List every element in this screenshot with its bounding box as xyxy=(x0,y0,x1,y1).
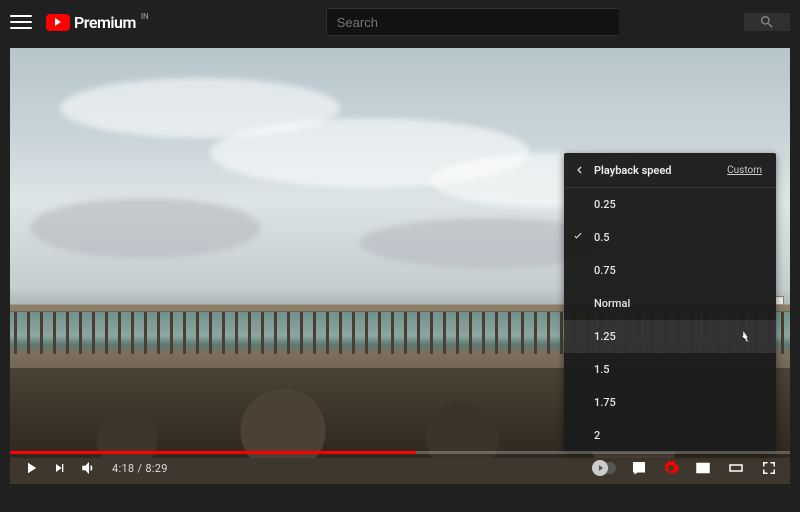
next-button[interactable] xyxy=(52,460,68,476)
country-code: IN xyxy=(141,12,149,21)
player-controls: 4:18 / 8:29 xyxy=(10,452,790,484)
subtitles-button[interactable] xyxy=(630,459,648,477)
autoplay-toggle[interactable] xyxy=(592,462,616,474)
volume-button[interactable] xyxy=(80,459,98,477)
miniplayer-icon xyxy=(694,459,712,477)
gear-icon xyxy=(662,459,680,477)
play-button[interactable] xyxy=(22,459,40,477)
search-icon xyxy=(759,14,775,30)
video-player[interactable]: Playback speed Custom 0.25 0.5 0.75 Normal 1… xyxy=(10,48,790,484)
time-display: 4:18 / 8:29 xyxy=(112,462,168,475)
brand-label: Premium xyxy=(74,13,136,32)
speed-option-label: 0.25 xyxy=(594,198,616,211)
search-box xyxy=(326,8,620,36)
speed-option[interactable]: 2 xyxy=(564,419,776,452)
search-input[interactable] xyxy=(326,8,620,36)
volume-icon xyxy=(80,459,98,477)
play-icon xyxy=(22,459,40,477)
speed-option[interactable]: 0.25 xyxy=(564,188,776,221)
youtube-logo[interactable]: Premium IN xyxy=(46,13,148,32)
playback-speed-header: Playback speed Custom xyxy=(564,153,776,188)
speed-option-label: Normal xyxy=(594,297,630,310)
fullscreen-button[interactable] xyxy=(760,459,778,477)
menu-icon[interactable] xyxy=(10,11,32,33)
chevron-left-icon xyxy=(572,163,586,177)
speed-option-label: 2 xyxy=(594,429,600,442)
settings-button[interactable] xyxy=(662,459,680,477)
fullscreen-icon xyxy=(760,459,778,477)
speed-option[interactable]: Normal xyxy=(564,287,776,320)
search-button[interactable] xyxy=(744,13,790,31)
theater-button[interactable] xyxy=(726,459,746,477)
speed-option-label: 0.5 xyxy=(594,231,610,244)
header: Premium IN xyxy=(0,0,800,44)
speed-option[interactable]: 0.75 xyxy=(564,254,776,287)
miniplayer-button[interactable] xyxy=(694,459,712,477)
speed-option-label: 1.25 xyxy=(594,330,616,343)
speed-option-label: 1.75 xyxy=(594,396,616,409)
speed-option-label: 0.75 xyxy=(594,264,616,277)
subtitles-icon xyxy=(630,459,648,477)
theater-icon xyxy=(726,459,746,477)
speed-option[interactable]: 1.25 xyxy=(564,320,776,353)
speed-option[interactable]: 1.75 xyxy=(564,386,776,419)
youtube-play-icon xyxy=(46,14,70,31)
check-icon xyxy=(572,230,584,245)
next-icon xyxy=(52,460,68,476)
back-button[interactable] xyxy=(572,163,586,177)
speed-option-label: 1.5 xyxy=(594,363,610,376)
time-current: 4:18 xyxy=(112,462,134,475)
playback-speed-menu: Playback speed Custom 0.25 0.5 0.75 Normal 1… xyxy=(564,153,776,452)
playback-speed-title: Playback speed xyxy=(594,164,727,177)
cursor-icon xyxy=(738,330,752,344)
custom-speed-link[interactable]: Custom xyxy=(727,165,762,176)
time-total: 8:29 xyxy=(145,462,167,475)
speed-option[interactable]: 0.5 xyxy=(564,221,776,254)
speed-option[interactable]: 1.5 xyxy=(564,353,776,386)
